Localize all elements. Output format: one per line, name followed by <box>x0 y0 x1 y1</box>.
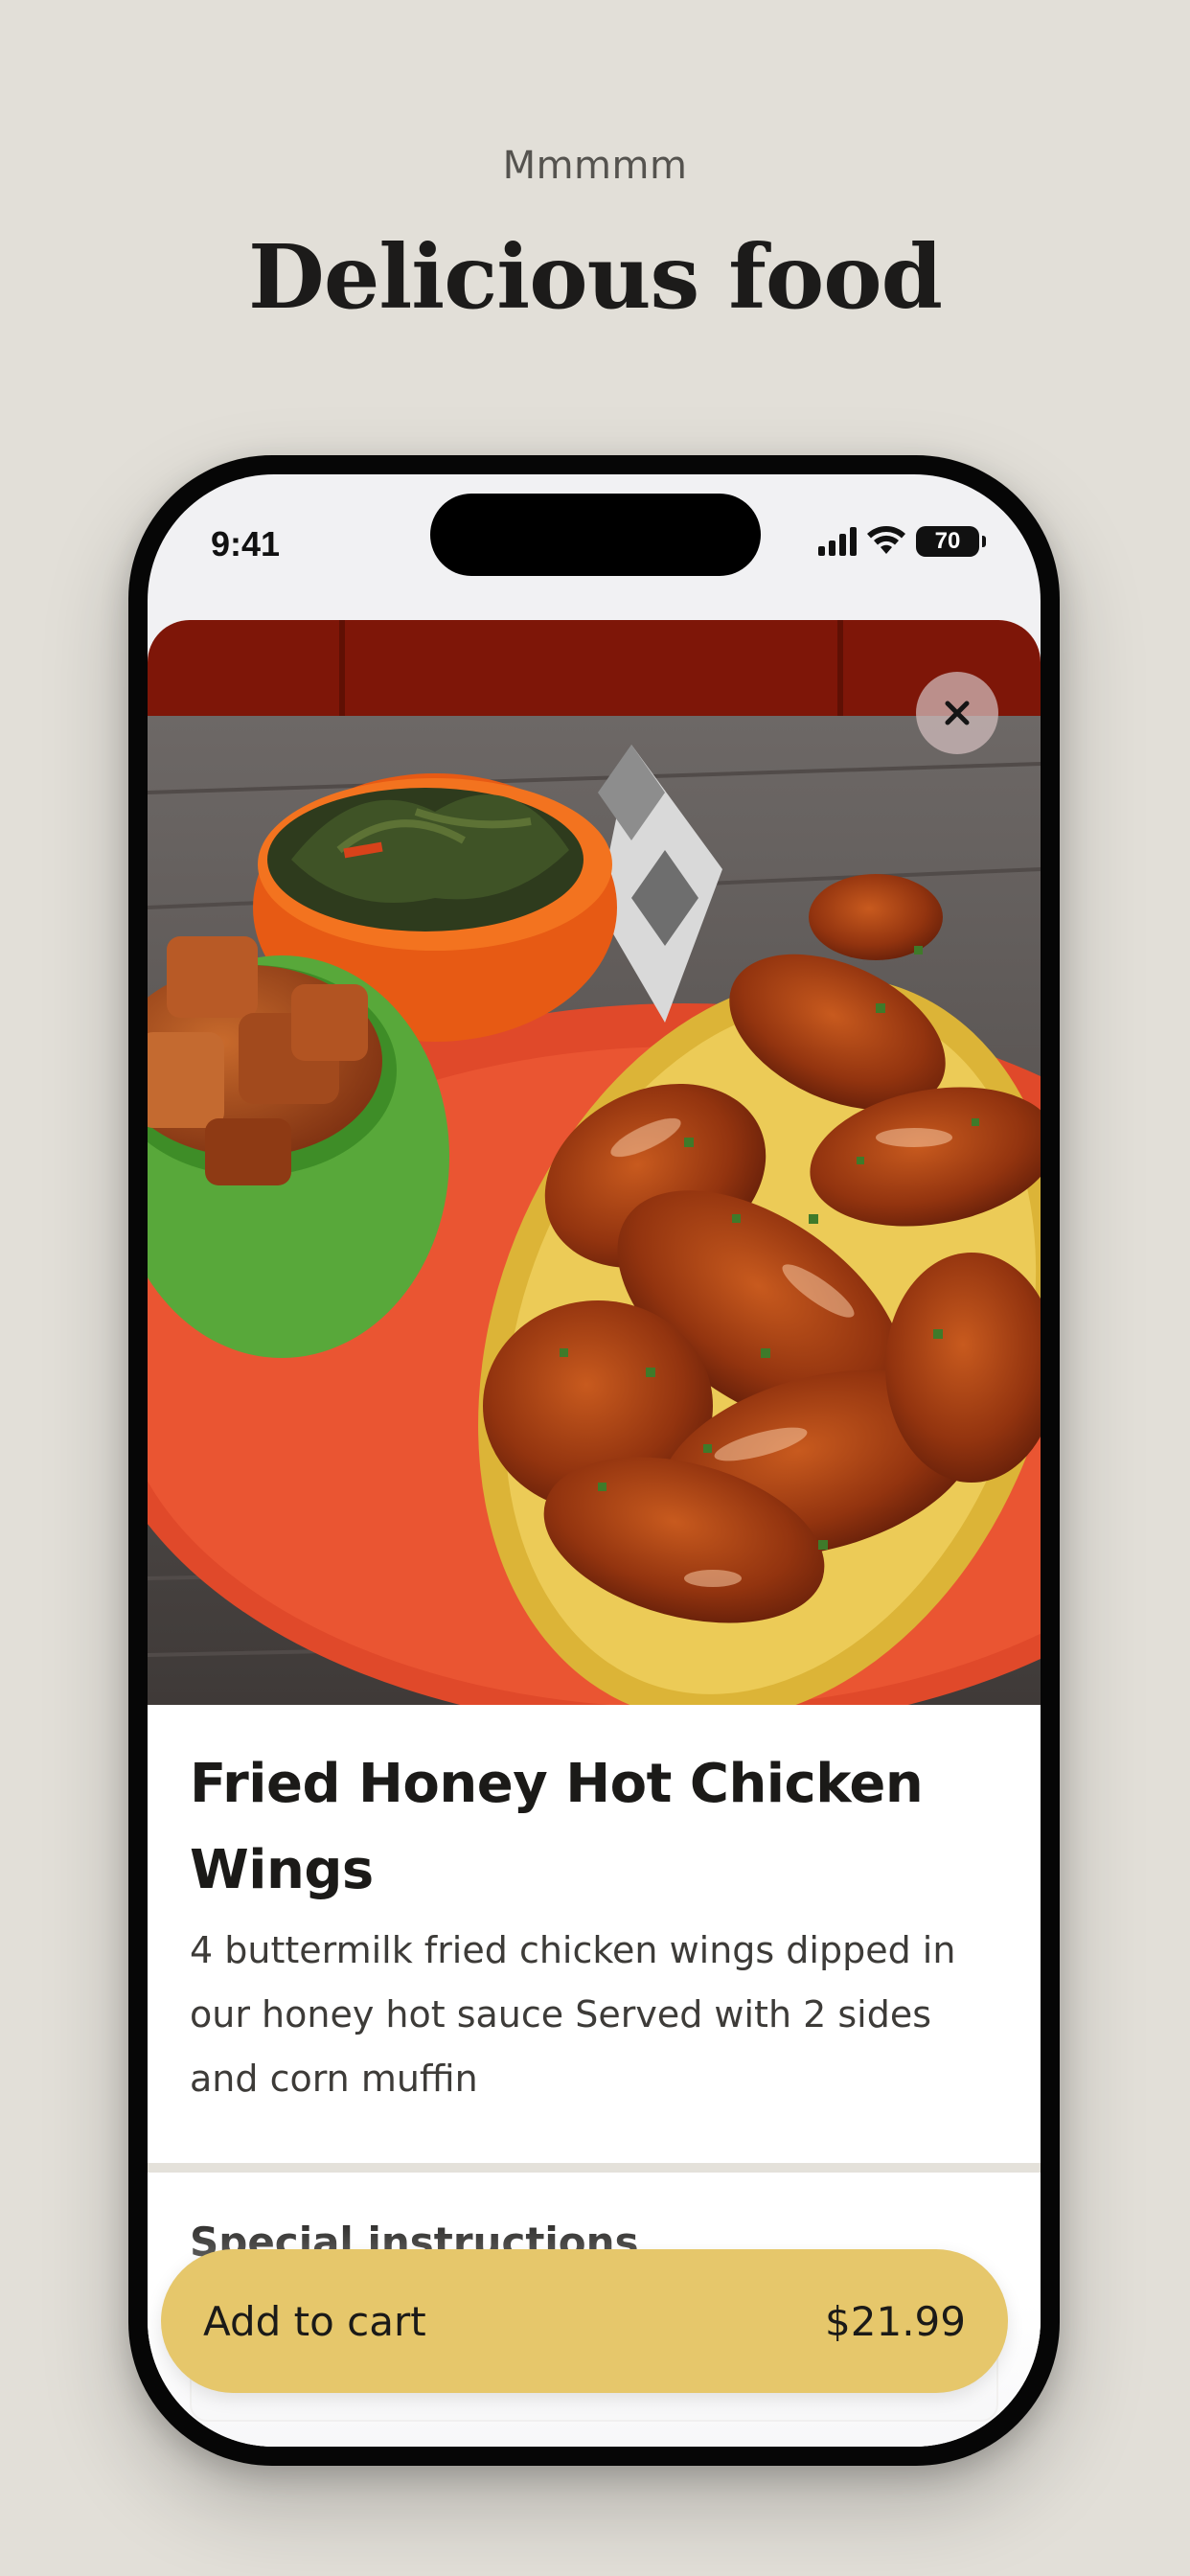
section-divider <box>148 2163 1041 2173</box>
status-time: 9:41 <box>211 524 281 564</box>
cart-price: $21.99 <box>825 2297 966 2345</box>
status-icons: 70 <box>818 522 986 561</box>
phone-frame: 9:41 70 Fried Honey Hot Chicken Wings 4 … <box>128 455 1060 2466</box>
close-icon <box>945 701 970 725</box>
add-to-cart-label: Add to cart <box>203 2297 426 2345</box>
item-photo <box>148 620 1041 1705</box>
add-to-cart-button[interactable]: Add to cart $21.99 <box>161 2249 1008 2393</box>
battery-icon: 70 <box>916 526 986 557</box>
close-button[interactable] <box>916 672 998 754</box>
phone-screen: 9:41 70 Fried Honey Hot Chicken Wings 4 … <box>148 474 1041 2447</box>
wifi-icon <box>867 526 905 554</box>
dynamic-island <box>430 494 761 576</box>
signal-icon <box>818 527 857 556</box>
item-title: Fried Honey Hot Chicken Wings <box>190 1753 924 1901</box>
item-description: 4 buttermilk fried chicken wings dipped … <box>190 1929 956 2100</box>
page-headline: Delicious food <box>248 225 943 329</box>
page-kicker: Mmmmm <box>502 144 688 188</box>
item-detail-sheet: Fried Honey Hot Chicken Wings 4 buttermi… <box>148 620 1041 2447</box>
